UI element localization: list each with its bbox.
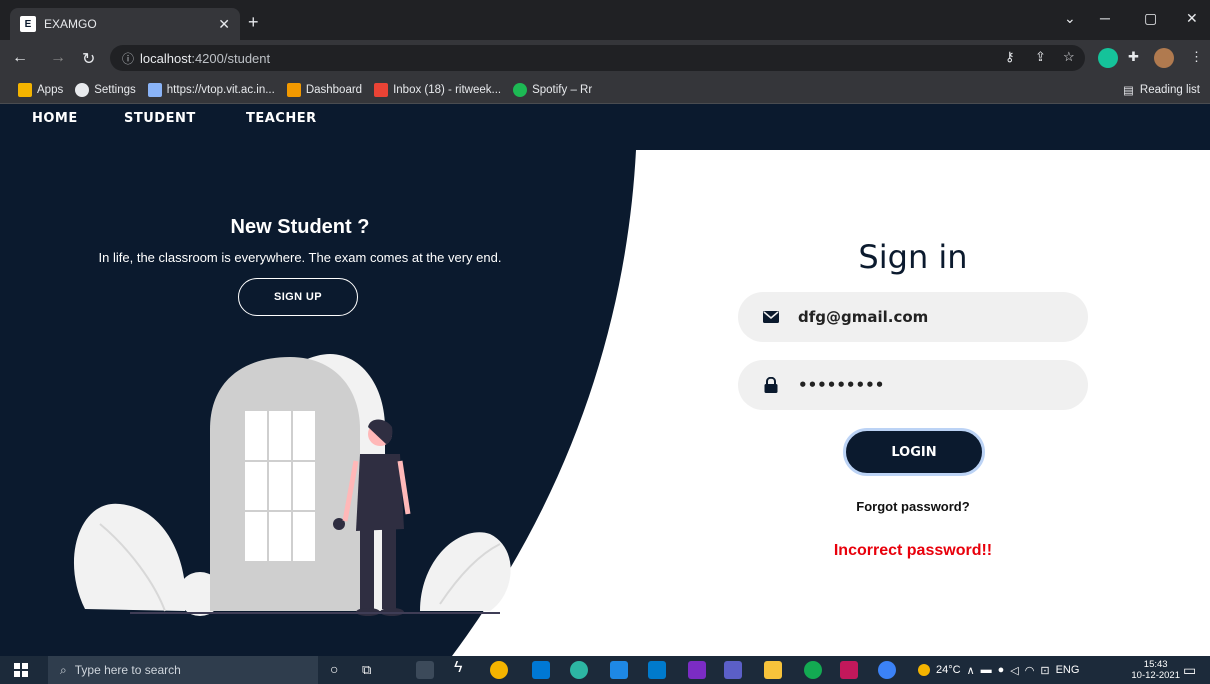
ime-icon[interactable]: ⊡ — [1040, 664, 1049, 677]
bookmarks-bar: Apps Settings https://vtop.vit.ac.in... … — [0, 76, 1210, 104]
close-tab-icon[interactable]: ✕ — [218, 16, 230, 33]
reload-icon[interactable]: ↻ — [82, 49, 95, 69]
teams-icon[interactable] — [724, 661, 742, 679]
vscode-icon[interactable] — [648, 661, 666, 679]
back-icon[interactable]: ← — [12, 49, 28, 67]
door-person-illustration — [73, 354, 511, 616]
tab-title: EXAMGO — [44, 17, 97, 31]
clock-date: 10-12-2021 — [1131, 670, 1180, 681]
mic-icon[interactable]: ● — [998, 664, 1005, 676]
envelope-icon — [762, 308, 780, 326]
taskbar-search-placeholder: Type here to search — [74, 663, 181, 677]
spotify-icon — [513, 82, 528, 97]
gmail-icon — [374, 82, 389, 97]
system-tray: 24°C ∧ ▬ ● ◁ ◠ ⊡ ENG — [918, 656, 1079, 684]
password-input[interactable] — [798, 376, 1058, 394]
weather-temp[interactable]: 24°C — [936, 664, 961, 676]
minimize-icon[interactable]: ─ — [1100, 10, 1110, 26]
task-view-icon[interactable]: ⧉ — [362, 662, 380, 680]
sign-up-button[interactable]: SIGN UP — [238, 278, 358, 316]
browser-tabbar: E EXAMGO ✕ + ⌄ ─ ▢ ✕ — [0, 0, 1210, 40]
sign-in-heading: Sign in — [858, 238, 968, 276]
new-tab-icon[interactable]: + — [248, 12, 259, 33]
profile-avatar[interactable] — [1154, 48, 1174, 68]
grammarly-extension-icon[interactable] — [1098, 48, 1118, 68]
bookmark-apps[interactable]: Apps — [18, 82, 63, 97]
edge-icon[interactable] — [570, 661, 588, 679]
language-indicator[interactable]: ENG — [1056, 664, 1080, 676]
dashboard-icon — [286, 82, 301, 97]
clock-time: 15:43 — [1143, 659, 1168, 670]
favicon-icon: E — [20, 16, 36, 32]
volume-icon[interactable]: ◁ — [1010, 664, 1018, 677]
wifi-icon[interactable]: ◠ — [1025, 664, 1035, 677]
reading-list-icon: ▤ — [1123, 85, 1134, 97]
vtop-icon — [147, 82, 162, 97]
url-host: localhost — [140, 50, 192, 66]
url-path: :4200/student — [191, 50, 271, 66]
email-field[interactable] — [738, 292, 1088, 342]
forward-icon[interactable]: → — [50, 49, 66, 67]
windows-start-icon[interactable] — [14, 663, 28, 677]
lock-icon — [762, 376, 780, 394]
apps-grid-icon — [18, 82, 32, 97]
address-bar[interactable]: ⓘ localhost :4200/student — [110, 45, 1085, 71]
file-explorer-icon[interactable] — [764, 661, 782, 679]
maximize-icon[interactable]: ▢ — [1144, 10, 1157, 27]
nav-teacher[interactable]: TEACHER — [246, 111, 317, 126]
taskbar-search-box[interactable]: ⌕ Type here to search — [48, 656, 318, 684]
password-field[interactable] — [738, 360, 1088, 410]
share-icon[interactable]: ⇪ — [1035, 49, 1046, 65]
new-student-subtitle: In life, the classroom is everywhere. Th… — [98, 250, 502, 265]
bookmark-settings[interactable]: Settings — [75, 82, 136, 97]
help-icon[interactable] — [878, 661, 896, 679]
terminal-icon[interactable] — [416, 661, 434, 679]
app-icon[interactable] — [840, 661, 858, 679]
new-student-heading: New Student ? — [230, 216, 370, 238]
lightning-app-icon[interactable]: ϟ — [454, 659, 472, 677]
intellij-icon[interactable] — [688, 661, 706, 679]
mail-icon[interactable] — [532, 661, 550, 679]
cortana-icon[interactable]: ○ — [330, 661, 348, 679]
key-icon[interactable]: ⚷ — [1005, 49, 1015, 65]
forgot-password-link[interactable]: Forgot password? — [738, 499, 1088, 514]
browser-toolbar: ← → ↻ ⓘ localhost :4200/student ⚷ ⇪ ☆ ✚ … — [0, 40, 1210, 76]
mongodb-icon[interactable] — [804, 661, 822, 679]
bookmark-star-icon[interactable]: ☆ — [1063, 49, 1075, 65]
battery-icon[interactable]: ▬ — [981, 664, 992, 676]
bookmark-gmail[interactable]: Inbox (18) - ritweek... — [374, 82, 501, 97]
browser-tab[interactable]: E EXAMGO ✕ — [10, 8, 240, 40]
info-icon[interactable]: ⓘ — [122, 50, 134, 67]
bookmark-vtop[interactable]: https://vtop.vit.ac.in... — [147, 82, 275, 97]
close-window-icon[interactable]: ✕ — [1186, 10, 1198, 27]
page-content: HOME STUDENT TEACHER New Student ? In li… — [0, 104, 1210, 656]
email-input[interactable] — [798, 308, 1058, 326]
tab-search-icon[interactable]: ⌄ — [1064, 10, 1076, 27]
gear-icon — [75, 82, 90, 97]
search-icon: ⌕ — [60, 662, 67, 677]
login-button[interactable]: LOGIN — [843, 428, 985, 476]
store-icon[interactable] — [610, 661, 628, 679]
extensions-puzzle-icon[interactable]: ✚ — [1128, 49, 1139, 65]
bookmark-spotify[interactable]: Spotify – Rr — [513, 82, 592, 97]
menu-kebab-icon[interactable]: ⋮ — [1190, 49, 1203, 65]
chrome-icon[interactable] — [490, 661, 508, 679]
taskbar-clock[interactable]: 15:43 10-12-2021 — [1131, 659, 1180, 681]
tray-chevron-icon[interactable]: ∧ — [967, 664, 975, 677]
nav-home[interactable]: HOME — [32, 111, 78, 126]
weather-icon — [918, 664, 930, 676]
windows-taskbar: ⌕ Type here to search ○ ⧉ ϟ 24°C ∧ ▬ ● ◁… — [0, 656, 1210, 684]
notification-icon[interactable]: ▭ — [1183, 656, 1196, 684]
error-message: Incorrect password!! — [833, 542, 993, 559]
bookmark-dashboard[interactable]: Dashboard — [286, 82, 362, 97]
reading-list-button[interactable]: ▤ Reading list — [1123, 76, 1200, 104]
nav-student[interactable]: STUDENT — [124, 111, 196, 126]
